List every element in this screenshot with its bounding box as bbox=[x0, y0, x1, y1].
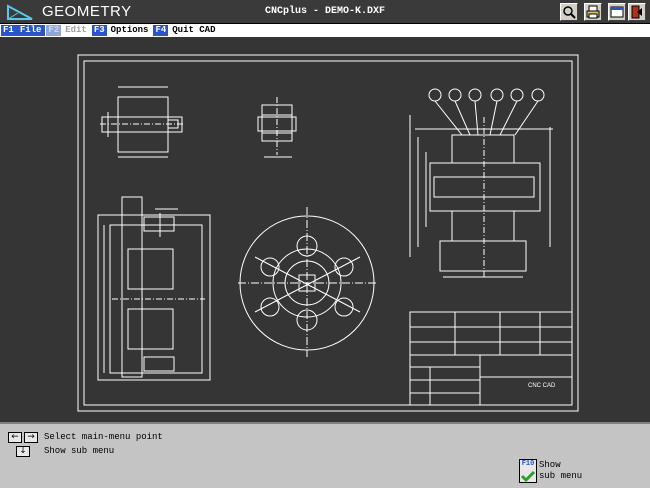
print-button[interactable] bbox=[584, 3, 602, 21]
coupling-assembly-view bbox=[409, 88, 553, 278]
title-block-text: CNC CAD bbox=[528, 383, 556, 389]
menu-key-f3: F3 bbox=[91, 25, 107, 36]
title-block bbox=[409, 311, 573, 406]
right-arrow-key[interactable]: → bbox=[24, 432, 38, 443]
menu-quit-cad[interactable]: Quit CAD bbox=[168, 25, 219, 36]
f10-label-line-2: sub menu bbox=[539, 471, 583, 481]
menu-key-f4: F4 bbox=[153, 25, 169, 36]
left-arrow-icon: ← bbox=[11, 432, 19, 442]
f10-button[interactable]: F10 bbox=[519, 459, 537, 483]
menu-key-f2: F2 bbox=[46, 25, 62, 36]
document-title: CNCplus - DEMO-K.DXF bbox=[264, 6, 386, 17]
f10-label-line-1: Show bbox=[539, 460, 561, 470]
window-icon bbox=[610, 6, 624, 18]
drawing-sheet-outer-border bbox=[77, 54, 579, 412]
menu-edit[interactable]: Edit bbox=[61, 25, 91, 36]
menu-options[interactable]: Options bbox=[107, 25, 153, 36]
menu-bar: F1 File F2 Edit F3 Options F4 Quit CAD bbox=[0, 24, 650, 37]
status-line-2: Show sub menu bbox=[44, 446, 115, 456]
title-bar: GEOMETRY CNCplus - DEMO-K.DXF bbox=[0, 0, 650, 24]
right-arrow-icon: → bbox=[27, 432, 35, 442]
menu-file[interactable]: File bbox=[15, 25, 46, 36]
zoom-icon bbox=[563, 6, 576, 19]
bushing-detail bbox=[257, 97, 297, 158]
print-icon bbox=[586, 5, 600, 19]
shaft-detail bbox=[100, 86, 185, 158]
exit-button[interactable] bbox=[628, 3, 646, 21]
f10-key-label: F10 bbox=[521, 460, 535, 468]
cad-drawing: CNC CAD bbox=[77, 54, 579, 412]
window-button[interactable] bbox=[608, 3, 626, 21]
menu-key-f1: F1 bbox=[1, 25, 16, 36]
exit-icon bbox=[631, 5, 642, 19]
hub-section-view bbox=[97, 196, 211, 381]
left-arrow-key[interactable]: ← bbox=[8, 432, 22, 443]
zoom-button[interactable] bbox=[560, 3, 578, 21]
status-line-1: Select main-menu point bbox=[44, 432, 163, 442]
checkmark-icon bbox=[520, 470, 536, 483]
down-arrow-icon: ↓ bbox=[19, 446, 27, 456]
drawing-sheet-inner-border bbox=[83, 60, 573, 406]
down-arrow-key[interactable]: ↓ bbox=[16, 446, 30, 457]
flange-front-view bbox=[238, 207, 377, 357]
drawing-canvas[interactable]: CNC CAD bbox=[0, 37, 650, 422]
